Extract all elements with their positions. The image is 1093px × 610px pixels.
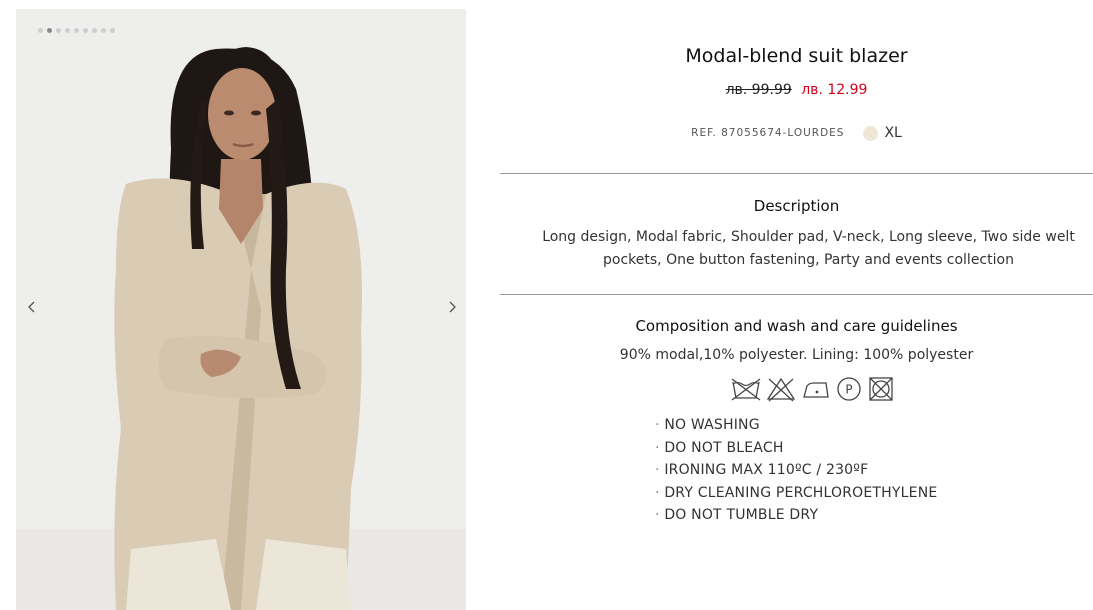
care-instruction: DRY CLEANING PERCHLOROETHYLENE — [655, 482, 937, 505]
care-instruction: DO NOT BLEACH — [655, 437, 937, 460]
gallery-pagination — [38, 28, 115, 33]
no-bleach-icon — [766, 377, 796, 402]
iron-medium-icon — [803, 382, 829, 398]
gallery-dot-active[interactable] — [47, 28, 52, 33]
composition-text: 90% modal,10% polyester. Lining: 100% po… — [619, 347, 974, 363]
dry-clean-p-icon: P — [837, 377, 861, 401]
color-swatch[interactable] — [863, 125, 879, 141]
price-row: лв. 99.99 лв. 12.99 — [500, 82, 1093, 98]
gallery-dot[interactable] — [38, 28, 43, 33]
no-washing-icon — [731, 378, 761, 401]
divider — [500, 173, 1093, 174]
gallery-dot[interactable] — [92, 28, 97, 33]
care-instruction: NO WASHING — [655, 414, 937, 437]
reference-row: REF. 87055674-LOURDES XL — [500, 125, 1093, 141]
gallery-dot[interactable] — [56, 28, 61, 33]
gallery-dot[interactable] — [110, 28, 115, 33]
size-label[interactable]: XL — [884, 125, 901, 141]
product-details: Modal-blend suit blazer лв. 99.99 лв. 12… — [500, 0, 1093, 610]
sale-price: лв. 12.99 — [801, 82, 868, 98]
description-text: Long design, Modal fabric, Shoulder pad,… — [524, 226, 1093, 272]
care-instruction: IRONING MAX 110ºC / 230ºF — [655, 459, 937, 482]
care-icons: P — [730, 376, 896, 402]
gallery-dot[interactable] — [65, 28, 70, 33]
care-instructions: NO WASHING DO NOT BLEACH IRONING MAX 110… — [655, 414, 937, 527]
product-photo[interactable] — [16, 9, 466, 610]
description-line: pockets, One button fastening, Party and… — [603, 252, 1014, 268]
svg-text:P: P — [845, 383, 852, 397]
product-title: Modal-blend suit blazer — [685, 45, 908, 67]
gallery-dot[interactable] — [83, 28, 88, 33]
gallery-dot[interactable] — [101, 28, 106, 33]
gallery-dot[interactable] — [74, 28, 79, 33]
description-line: Long design, Modal fabric, Shoulder pad,… — [542, 229, 1075, 245]
description-heading: Description — [753, 197, 840, 215]
product-reference: REF. 87055674-LOURDES — [691, 127, 845, 139]
divider — [500, 294, 1093, 295]
original-price: лв. 99.99 — [725, 82, 792, 98]
care-heading: Composition and wash and care guidelines — [635, 317, 958, 335]
care-instruction: DO NOT TUMBLE DRY — [655, 504, 937, 527]
chevron-left-icon[interactable] — [23, 298, 41, 316]
no-tumble-dry-icon — [869, 377, 893, 401]
product-gallery — [16, 9, 466, 610]
product-page: Modal-blend suit blazer лв. 99.99 лв. 12… — [0, 0, 1093, 610]
chevron-right-icon[interactable] — [443, 298, 461, 316]
